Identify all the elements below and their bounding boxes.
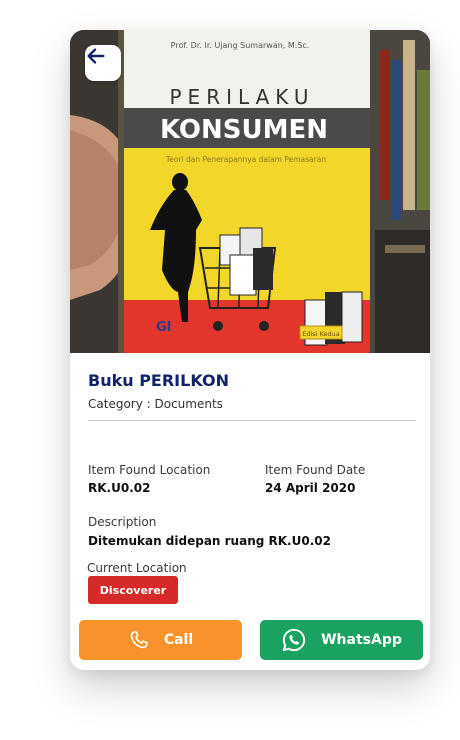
description-value: Ditemukan didepan ruang RK.U0.02: [88, 534, 331, 548]
book-cover-photo: Prof. Dr. Ir. Ujang Sumarwan, M.Sc. PERI…: [70, 30, 430, 353]
call-button[interactable]: Call: [79, 620, 242, 660]
current-location-label: Current Location: [87, 561, 187, 575]
item-detail-card: Prof. Dr. Ir. Ujang Sumarwan, M.Sc. PERI…: [70, 30, 430, 670]
current-location-badge: Discoverer: [88, 576, 178, 604]
item-title: Buku PERILKON: [88, 371, 229, 390]
found-location-label: Item Found Location: [88, 463, 211, 477]
whatsapp-icon: [281, 627, 307, 653]
cover-title-line1: PERILAKU: [170, 85, 315, 109]
cover-subtitle: Teori dan Penerapannya dalam Pemasaran: [165, 155, 326, 164]
cover-publisher-logo: GI: [156, 320, 172, 335]
found-date-label: Item Found Date: [265, 463, 366, 477]
call-label: Call: [163, 632, 194, 648]
item-photo: Prof. Dr. Ir. Ujang Sumarwan, M.Sc. PERI…: [70, 30, 430, 353]
description-label: Description: [88, 515, 157, 529]
phone-icon: [128, 629, 150, 651]
found-location-value: RK.U0.02: [88, 481, 151, 495]
divider: [88, 420, 416, 421]
item-category: Category : Documents: [88, 397, 223, 411]
cover-edition: Edisi Kedua: [302, 330, 339, 338]
found-date-value: 24 April 2020: [265, 481, 356, 495]
back-button[interactable]: [85, 45, 121, 81]
arrow-left-icon: [87, 48, 105, 64]
whatsapp-button[interactable]: WhatsApp: [260, 620, 423, 660]
cover-title-line2: KONSUMEN: [160, 115, 328, 145]
cover-author: Prof. Dr. Ir. Ujang Sumarwan, M.Sc.: [171, 41, 310, 50]
whatsapp-label: WhatsApp: [321, 632, 402, 648]
